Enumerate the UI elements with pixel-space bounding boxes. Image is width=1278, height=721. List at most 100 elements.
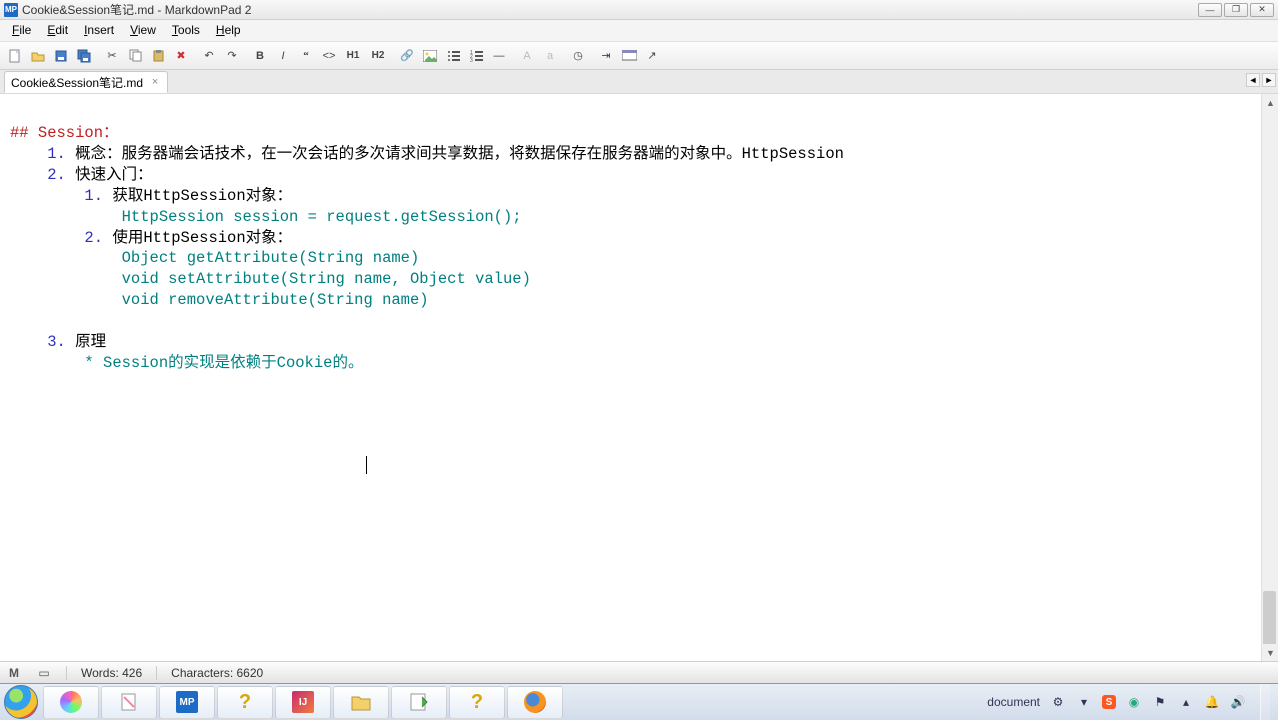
window-title: Cookie&Session笔记.md - MarkdownPad 2 bbox=[22, 1, 1198, 18]
minimize-button[interactable]: — bbox=[1198, 3, 1222, 17]
list-number: 2. bbox=[84, 229, 112, 247]
list-number: 1. bbox=[84, 187, 112, 205]
menu-edit[interactable]: Edit bbox=[39, 20, 76, 41]
svg-text:3: 3 bbox=[470, 58, 473, 62]
taskbar-app-explorer[interactable] bbox=[333, 686, 389, 719]
text-line: 概念：服务器端会话技术，在一次会话的多次请求间共享数据，将数据保存在服务器端的对… bbox=[75, 145, 844, 163]
taskbar-app-help1[interactable]: ? bbox=[217, 686, 273, 719]
undo-button[interactable]: ↶ bbox=[198, 45, 220, 67]
bullet-line: * Session的实现是依赖于Cookie的。 bbox=[84, 354, 363, 372]
text-line: 获取HttpSession对象： bbox=[112, 187, 292, 205]
system-tray: document ⚙ ▾ S ◉ ⚑ ▴ 🔔 🔊 bbox=[979, 684, 1278, 720]
timestamp-button[interactable]: ◷ bbox=[567, 45, 589, 67]
tab-label: Cookie&Session笔记.md bbox=[11, 74, 143, 91]
scroll-down-button[interactable]: ▼ bbox=[1262, 644, 1278, 661]
h1-button[interactable]: H1 bbox=[341, 45, 365, 67]
text-line: 快速入门： bbox=[75, 166, 153, 184]
title-bar: MP Cookie&Session笔记.md - MarkdownPad 2 —… bbox=[0, 0, 1278, 20]
ordered-list-button[interactable]: 123 bbox=[465, 45, 487, 67]
code-line: void removeAttribute(String name) bbox=[122, 291, 429, 309]
tray-icon-action[interactable]: ⚑ bbox=[1152, 694, 1168, 710]
book-icon: ▭ bbox=[36, 666, 52, 680]
status-words: Words: 426 bbox=[81, 666, 142, 680]
tab-nav: ◄ ► bbox=[1246, 73, 1276, 87]
menu-insert[interactable]: Insert bbox=[76, 20, 122, 41]
status-characters: Characters: 6620 bbox=[171, 666, 263, 680]
open-file-button[interactable] bbox=[27, 45, 49, 67]
taskbar-app-notepad[interactable] bbox=[101, 686, 157, 719]
code-button[interactable]: <> bbox=[318, 45, 340, 67]
text-line: 使用HttpSession对象： bbox=[112, 229, 292, 247]
input-method-label[interactable]: document bbox=[987, 695, 1040, 709]
scroll-thumb[interactable] bbox=[1263, 591, 1276, 646]
list-number: 1. bbox=[47, 145, 75, 163]
save-button[interactable] bbox=[50, 45, 72, 67]
vertical-scrollbar[interactable]: ▲ ▼ bbox=[1261, 94, 1278, 661]
windows-orb-icon bbox=[4, 685, 38, 719]
taskbar-app-intellij[interactable]: IJ bbox=[275, 686, 331, 719]
scroll-up-button[interactable]: ▲ bbox=[1262, 94, 1278, 111]
paste-button[interactable] bbox=[147, 45, 169, 67]
bold-button[interactable]: B bbox=[249, 45, 271, 67]
tray-icon-volume[interactable]: 🔊 bbox=[1230, 694, 1246, 710]
taskbar-app-help2[interactable]: ? bbox=[449, 686, 505, 719]
status-bar: M ▭ Words: 426 Characters: 6620 bbox=[0, 661, 1278, 683]
hr-button[interactable]: — bbox=[488, 45, 510, 67]
maximize-button[interactable]: ❐ bbox=[1224, 3, 1248, 17]
toolbar: ✂ ✖ ↶ ↷ B I “ <> H1 H2 🔗 123 — A a ◷ ⇥ ↗ bbox=[0, 42, 1278, 70]
tray-icon-sogou[interactable]: S bbox=[1102, 695, 1116, 709]
uppercase-button[interactable]: A bbox=[516, 45, 538, 67]
window-controls: — ❐ ✕ bbox=[1198, 3, 1274, 17]
h2-button[interactable]: H2 bbox=[366, 45, 390, 67]
save-all-button[interactable] bbox=[73, 45, 95, 67]
taskbar-app-firefox[interactable] bbox=[507, 686, 563, 719]
menu-help[interactable]: Help bbox=[208, 20, 249, 41]
delete-button[interactable]: ✖ bbox=[170, 45, 192, 67]
tab-bar: Cookie&Session笔记.md × ◄ ► bbox=[0, 70, 1278, 94]
redo-button[interactable]: ↷ bbox=[221, 45, 243, 67]
code-line: HttpSession session = request.getSession… bbox=[122, 208, 522, 226]
show-desktop-button[interactable] bbox=[1260, 684, 1270, 721]
tray-icon-2[interactable]: ▾ bbox=[1076, 694, 1092, 710]
tray-icon-chevron[interactable]: ▴ bbox=[1178, 694, 1194, 710]
start-button[interactable] bbox=[0, 684, 42, 721]
tab-close-icon[interactable]: × bbox=[149, 76, 161, 88]
export-button[interactable]: ↗ bbox=[641, 45, 663, 67]
tab-prev-button[interactable]: ◄ bbox=[1246, 73, 1260, 87]
copy-button[interactable] bbox=[124, 45, 146, 67]
tray-icon-1[interactable]: ⚙ bbox=[1050, 694, 1066, 710]
image-button[interactable] bbox=[419, 45, 441, 67]
tray-icon-notification[interactable]: 🔔 bbox=[1204, 694, 1220, 710]
unordered-list-button[interactable] bbox=[442, 45, 464, 67]
code-line: void setAttribute(String name, Object va… bbox=[122, 270, 531, 288]
taskbar-app-1[interactable] bbox=[43, 686, 99, 719]
text-cursor bbox=[366, 456, 367, 474]
menu-file[interactable]: File bbox=[4, 20, 39, 41]
new-file-button[interactable] bbox=[4, 45, 26, 67]
cut-button[interactable]: ✂ bbox=[101, 45, 123, 67]
text-line: 原理 bbox=[75, 333, 106, 351]
quote-button[interactable]: “ bbox=[295, 45, 317, 67]
md-heading: ## Session： bbox=[10, 124, 119, 142]
italic-button[interactable]: I bbox=[272, 45, 294, 67]
menu-tools[interactable]: Tools bbox=[164, 20, 208, 41]
preview-button[interactable] bbox=[618, 45, 640, 67]
list-number: 3. bbox=[47, 333, 75, 351]
toggle-preview-button[interactable]: ⇥ bbox=[595, 45, 617, 67]
link-button[interactable]: 🔗 bbox=[396, 45, 418, 67]
editor-content[interactable]: ## Session： 1. 概念：服务器端会话技术，在一次会话的多次请求间共享… bbox=[0, 94, 1278, 382]
editor-area[interactable]: ## Session： 1. 概念：服务器端会话技术，在一次会话的多次请求间共享… bbox=[0, 94, 1278, 661]
menu-bar: File Edit Insert View Tools Help bbox=[0, 20, 1278, 42]
taskbar-app-editor[interactable] bbox=[391, 686, 447, 719]
code-line: Object getAttribute(String name) bbox=[122, 249, 420, 267]
taskbar-app-markdownpad[interactable]: MP bbox=[159, 686, 215, 719]
tab-next-button[interactable]: ► bbox=[1262, 73, 1276, 87]
tab-active[interactable]: Cookie&Session笔记.md × bbox=[4, 71, 168, 93]
lowercase-button[interactable]: a bbox=[539, 45, 561, 67]
markdown-icon: M bbox=[6, 666, 22, 680]
taskbar: MP ? IJ ? document ⚙ ▾ S ◉ ⚑ ▴ 🔔 🔊 bbox=[0, 683, 1278, 720]
tray-icon-security[interactable]: ◉ bbox=[1126, 694, 1142, 710]
close-button[interactable]: ✕ bbox=[1250, 3, 1274, 17]
list-number: 2. bbox=[47, 166, 75, 184]
menu-view[interactable]: View bbox=[122, 20, 164, 41]
